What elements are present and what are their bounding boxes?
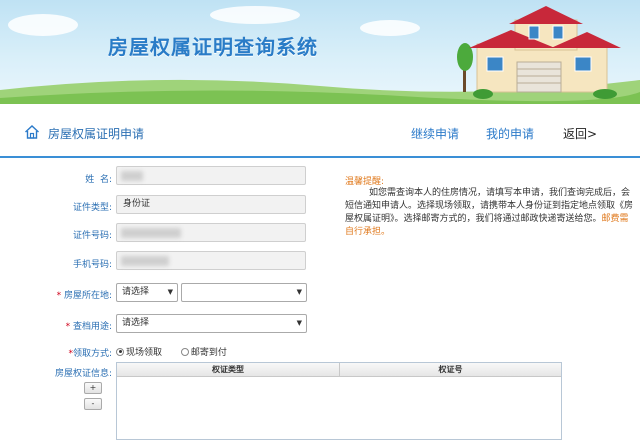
remove-row-button[interactable]: - — [84, 398, 102, 410]
redacted-value — [121, 171, 143, 181]
chevron-down-icon: ▼ — [167, 288, 173, 296]
phone-label: 手机号码: — [72, 260, 112, 270]
radio-dot — [180, 347, 189, 356]
home-icon[interactable] — [24, 124, 40, 140]
cloud-decoration — [360, 20, 420, 36]
pickup-label-text: 领取方式: — [72, 349, 112, 359]
col-header-cert-type: 权证类型 — [212, 365, 244, 374]
required-mark: * — [56, 291, 62, 301]
tips-text: 如您需查询本人的住房情况，请填写本申请，我们查询完成后，会短信通知申请人。选择现… — [345, 188, 634, 224]
back-link[interactable]: 返回> — [563, 125, 597, 142]
cert-info-label: 房屋权证信息: — [54, 369, 112, 379]
radio-label: 邮寄到付 — [190, 348, 227, 358]
system-title: 房屋权属证明查询系统 — [108, 35, 318, 59]
required-mark: * — [65, 322, 71, 332]
id-number-label: 证件号码: — [72, 231, 112, 241]
nav-divider — [0, 156, 640, 158]
id-number-field[interactable] — [116, 223, 306, 242]
radio-dot — [116, 347, 124, 356]
location-district-select[interactable]: ▼ — [181, 283, 307, 302]
header-banner: 房屋权属证明查询系统 — [0, 0, 640, 104]
select-value: 请选择 — [122, 287, 150, 297]
cert-table: 权证类型 权证号 — [116, 362, 562, 440]
location-label-text: 房屋所在地: — [63, 291, 112, 301]
radio-label: 现场领取 — [126, 348, 163, 358]
tips-body: 如您需查询本人的住房情况，请填写本申请，我们查询完成后，会短信通知申请人。选择现… — [345, 187, 637, 239]
location-province-select[interactable]: 请选择 ▼ — [116, 283, 178, 302]
tips-title: 温馨提醒: — [345, 177, 385, 187]
table-header: 权证类型 权证号 — [117, 363, 561, 377]
chevron-down-icon: ▼ — [296, 288, 302, 296]
pickup-radio-group: 现场领取 邮寄到付 — [116, 345, 243, 359]
chevron-down-icon: ▼ — [296, 319, 302, 327]
location-label: * 房屋所在地: — [0, 288, 112, 301]
redacted-value — [121, 228, 181, 238]
purpose-label: * 查档用途: — [0, 319, 112, 332]
pickup-label: *领取方式: — [0, 346, 112, 359]
name-field[interactable] — [116, 166, 306, 185]
pickup-mail-radio[interactable]: 邮寄到付 — [180, 345, 227, 358]
col-header-cert-number: 权证号 — [438, 365, 463, 374]
id-type-field[interactable]: 身份证 — [116, 195, 306, 214]
house-illustration — [457, 6, 621, 99]
purpose-label-text: 查档用途: — [72, 322, 112, 332]
cloud-decoration — [8, 14, 78, 36]
cloud-decoration — [210, 6, 300, 24]
phone-field[interactable] — [116, 251, 306, 270]
select-value: 请选择 — [122, 318, 150, 328]
my-applications-link[interactable]: 我的申请 — [486, 125, 534, 142]
id-type-label: 证件类型: — [72, 203, 112, 213]
continue-apply-link[interactable]: 继续申请 — [411, 125, 459, 142]
redacted-value — [121, 256, 169, 266]
purpose-select[interactable]: 请选择 ▼ — [116, 314, 307, 333]
pickup-onsite-radio[interactable]: 现场领取 — [116, 345, 162, 358]
add-row-button[interactable]: + — [84, 382, 102, 394]
name-label: 姓 名: — [85, 175, 112, 185]
page-title: 房屋权属证明申请 — [48, 127, 145, 141]
